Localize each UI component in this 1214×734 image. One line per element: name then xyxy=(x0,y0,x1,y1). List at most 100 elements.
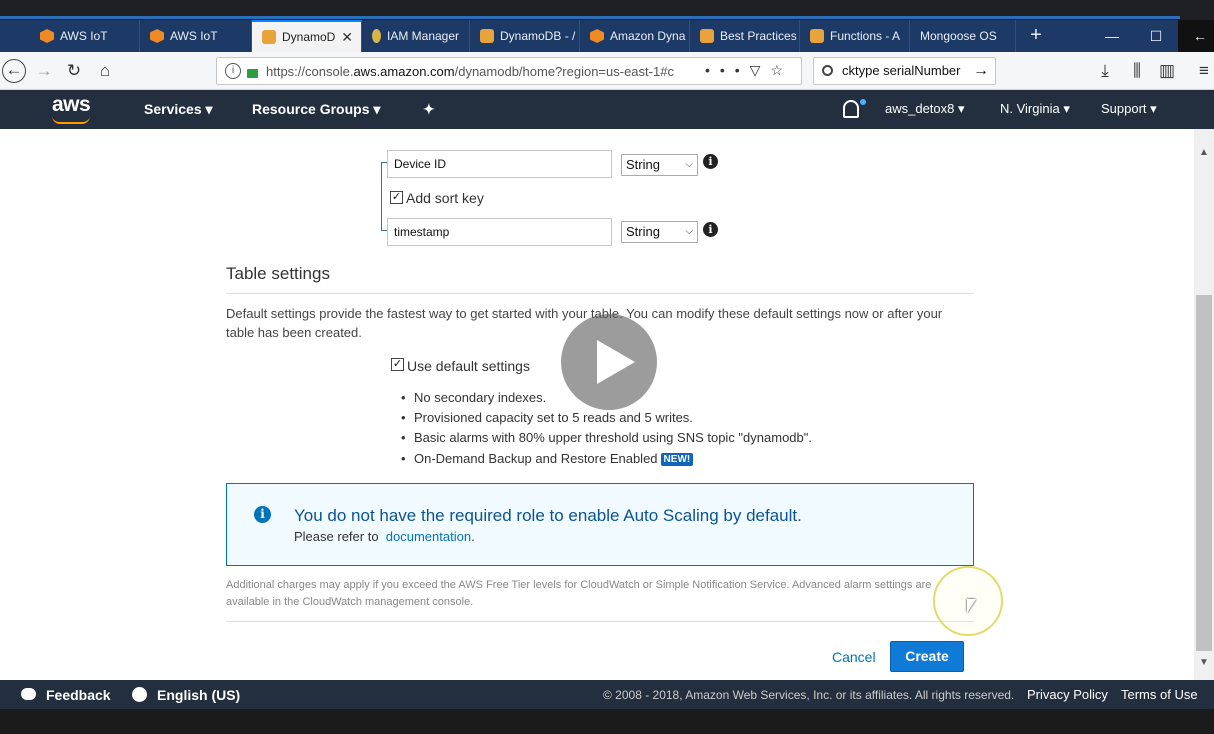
library-icon[interactable]: ⫼ xyxy=(1125,59,1149,83)
box-icon xyxy=(810,29,824,43)
browser-tab[interactable]: Functions - A xyxy=(800,20,910,52)
create-table-form: Device ID String ⌵ i ✓ Add sort key times… xyxy=(0,129,1194,680)
account-menu[interactable]: aws_detox8 ▾ xyxy=(885,101,965,117)
video-bottom-strip xyxy=(0,709,1214,734)
scrollbar-thumb[interactable] xyxy=(1196,295,1212,651)
chevron-down-icon: ⌵ xyxy=(685,226,693,237)
console-footer: Feedback English (US) © 2008 - 2018, Ama… xyxy=(0,680,1214,709)
new-tab-button[interactable]: + xyxy=(1024,24,1048,48)
home-button[interactable]: ⌂ xyxy=(93,59,117,83)
page-actions-icon[interactable]: •••▽☆ xyxy=(705,62,793,79)
forward-button[interactable]: → xyxy=(32,59,56,83)
partition-key-input[interactable]: Device ID xyxy=(387,150,612,178)
tab-label: Functions - A xyxy=(830,29,901,43)
divider xyxy=(226,621,974,622)
privacy-policy-link[interactable]: Privacy Policy xyxy=(1027,687,1108,702)
window-top-strip xyxy=(0,0,1214,20)
region-menu[interactable]: N. Virginia ▾ xyxy=(1000,101,1070,117)
alert-title: You do not have the required role to ena… xyxy=(294,506,802,525)
browser-tab[interactable]: Best Practices xyxy=(690,20,800,52)
lock-icon xyxy=(247,68,258,78)
tab-label: DynamoDB xyxy=(282,30,336,44)
close-tab-icon[interactable]: ✕ xyxy=(341,29,353,46)
reload-button[interactable]: ↻ xyxy=(62,59,86,83)
info-icon: i xyxy=(254,506,271,523)
notification-dot xyxy=(860,99,866,105)
video-play-icon[interactable] xyxy=(561,314,657,410)
create-button[interactable]: Create xyxy=(890,641,964,672)
list-item: Provisioned capacity set to 5 reads and … xyxy=(401,410,693,425)
list-item: No secondary indexes. xyxy=(401,390,546,405)
url-bar[interactable]: i https://console.aws.amazon.com/dynamod… xyxy=(216,57,802,85)
use-default-settings-label: Use default settings xyxy=(407,358,530,374)
browser-tab[interactable]: AWS IoT xyxy=(140,20,252,52)
tab-label: Amazon Dyna xyxy=(610,29,686,43)
partition-key-type-select[interactable]: String ⌵ xyxy=(621,154,698,176)
sort-key-type-select[interactable]: String ⌵ xyxy=(621,221,698,243)
sort-key-input[interactable]: timestamp xyxy=(387,218,612,246)
url-text: https://console.aws.amazon.com/dynamodb/… xyxy=(266,63,674,79)
browser-tab[interactable]: AWS IoT xyxy=(30,20,140,52)
language-selector[interactable]: English (US) xyxy=(157,687,240,703)
aws-logo-smile xyxy=(52,116,90,124)
mouse-cursor-icon xyxy=(967,599,976,613)
search-go-icon[interactable]: → xyxy=(973,58,989,84)
site-info-icon[interactable]: i xyxy=(225,63,241,79)
terms-of-use-link[interactable]: Terms of Use xyxy=(1121,687,1198,702)
back-arrow-overlay-icon[interactable]: ← xyxy=(1178,20,1214,52)
tab-label: IAM Manager xyxy=(387,29,460,43)
services-menu[interactable]: Services ▾ xyxy=(144,101,213,118)
minimize-button[interactable]: — xyxy=(1090,20,1134,52)
table-settings-heading: Table settings xyxy=(226,264,330,283)
browser-nav-bar: ← → ↻ ⌂ i https://console.aws.amazon.com… xyxy=(0,52,1214,90)
tab-label: Mongoose OS xyxy=(920,29,997,43)
globe-icon xyxy=(132,687,147,702)
chevron-down-icon: ⌵ xyxy=(685,159,693,170)
menu-icon[interactable]: ≡ xyxy=(1192,59,1214,83)
scroll-down-icon[interactable]: ▼ xyxy=(1199,657,1209,668)
info-icon[interactable]: i xyxy=(703,222,718,237)
aws-console-header: aws Services ▾ Resource Groups ▾ ✦ aws_d… xyxy=(0,90,1214,129)
use-default-settings-checkbox[interactable]: ✓ xyxy=(391,358,404,371)
info-icon[interactable]: i xyxy=(703,154,718,169)
maximize-button[interactable]: ☐ xyxy=(1134,20,1178,52)
browser-tab[interactable]: Amazon Dyna xyxy=(580,20,690,52)
search-input[interactable]: cktype serialNumber → xyxy=(813,57,996,85)
iam-key-icon xyxy=(372,29,381,43)
screen: AWS IoT AWS IoT DynamoDB ✕ IAM Manager Dy… xyxy=(0,0,1214,734)
scroll-up-icon[interactable]: ▲ xyxy=(1199,147,1209,158)
back-button[interactable]: ← xyxy=(2,59,26,83)
resource-groups-menu[interactable]: Resource Groups ▾ xyxy=(252,101,380,118)
feedback-link[interactable]: Feedback xyxy=(46,687,111,703)
dynamodb-icon xyxy=(262,30,276,44)
auto-scaling-alert: i You do not have the required role to e… xyxy=(226,483,974,566)
alert-message: Please refer to documentation. xyxy=(294,529,475,544)
tab-label: Best Practices xyxy=(720,29,797,43)
download-icon[interactable]: ⤓ xyxy=(1093,59,1117,83)
documentation-link[interactable]: documentation xyxy=(386,529,471,544)
support-menu[interactable]: Support ▾ xyxy=(1101,101,1157,117)
new-badge: NEW! xyxy=(660,453,694,466)
box-icon xyxy=(700,29,714,43)
tab-label: AWS IoT xyxy=(60,29,108,43)
pin-icon[interactable]: ✦ xyxy=(423,101,435,118)
dynamodb-icon xyxy=(480,29,494,43)
tab-label: AWS IoT xyxy=(170,29,218,43)
browser-tab[interactable]: Mongoose OS xyxy=(910,20,1016,52)
copyright-text: © 2008 - 2018, Amazon Web Services, Inc.… xyxy=(603,688,1015,702)
browser-tab[interactable]: IAM Manager xyxy=(362,20,470,52)
aws-logo[interactable]: aws xyxy=(52,93,91,117)
browser-tab-active[interactable]: DynamoDB ✕ xyxy=(252,20,362,52)
add-sort-key-checkbox[interactable]: ✓ xyxy=(390,191,403,204)
charges-notice: Additional charges may apply if you exce… xyxy=(226,579,932,608)
list-item: On-Demand Backup and Restore EnabledNEW! xyxy=(401,451,694,466)
notifications-bell-icon[interactable] xyxy=(843,100,859,118)
cancel-button[interactable]: Cancel xyxy=(832,649,876,665)
divider xyxy=(226,293,974,294)
sidebar-icon[interactable]: ▥ xyxy=(1155,59,1179,83)
browser-tab[interactable]: DynamoDB - / xyxy=(470,20,580,52)
tab-label: DynamoDB - / xyxy=(500,29,576,43)
aws-icon xyxy=(590,29,604,43)
feedback-bubble-icon xyxy=(21,688,36,700)
page-scrollbar[interactable]: ▲ ▼ xyxy=(1194,129,1214,680)
